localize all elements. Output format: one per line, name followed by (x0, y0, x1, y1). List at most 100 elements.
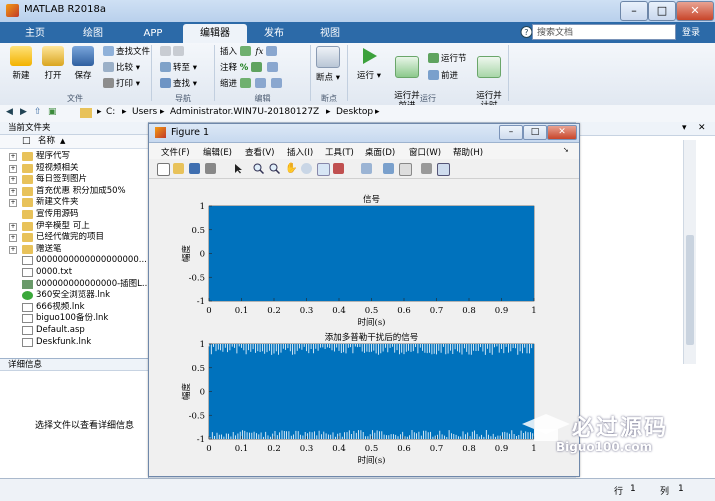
expand-icon[interactable]: + (9, 222, 17, 231)
brush-icon[interactable] (333, 163, 344, 174)
zoom-out-icon[interactable] (269, 163, 281, 175)
list-item[interactable]: 0000000000000000000... (0, 255, 148, 266)
insert-function-icon (266, 46, 278, 56)
list-item[interactable]: + 首充优惠 积分加成50% (0, 186, 148, 197)
list-item[interactable]: Default.asp (0, 325, 148, 336)
list-item[interactable]: 宣传用源码 (0, 209, 148, 220)
tab-publish[interactable]: 发布 (250, 24, 298, 43)
search-input[interactable]: 搜索文档 (532, 24, 676, 40)
close-button[interactable]: ✕ (676, 1, 714, 21)
colorbar-icon[interactable] (383, 163, 394, 174)
list-item[interactable]: + 赠送笔 (0, 244, 148, 255)
menu-tools[interactable]: 工具(T) (325, 146, 354, 158)
list-item[interactable]: + 程序代写 (0, 151, 148, 162)
expand-icon[interactable]: + (9, 245, 17, 254)
new-button[interactable]: 新建 (4, 46, 38, 81)
zoom-in-icon[interactable] (253, 163, 265, 175)
pointer-icon[interactable] (233, 163, 244, 174)
list-item[interactable]: 666视频.lnk (0, 302, 148, 313)
compare-button[interactable]: 比较 ▾ (103, 62, 140, 74)
list-item[interactable]: + 伊辛模型 可上 (0, 221, 148, 232)
list-item[interactable]: 000000000000000-插图L... (0, 279, 148, 290)
tab-plots[interactable]: 绘图 (64, 24, 122, 43)
expand-icon[interactable]: + (9, 153, 17, 161)
open-button[interactable]: 打开 (36, 46, 70, 81)
menu-window[interactable]: 窗口(W) (409, 146, 441, 158)
scroll-thumb[interactable] (686, 235, 694, 345)
panel-close-icon[interactable]: ✕ (698, 123, 706, 133)
run-button[interactable]: 运行 ▾ (352, 46, 386, 81)
forward-arrow-icon[interactable]: ▶ (20, 107, 27, 117)
path-segment-users[interactable]: Users (132, 107, 157, 117)
expand-icon[interactable]: + (9, 234, 17, 243)
path-segment-user[interactable]: Administrator.WIN7U-20180127Z (170, 107, 319, 117)
menu-view[interactable]: 查看(V) (245, 146, 274, 158)
maximize-button[interactable]: □ (648, 1, 676, 21)
up-folder-icon[interactable]: ⇧ (34, 107, 42, 117)
folder-icon (80, 108, 92, 118)
save-button[interactable]: 保存 (66, 46, 100, 81)
comment-button[interactable]: 注释 % (220, 62, 280, 74)
expand-icon[interactable]: + (9, 187, 17, 196)
list-item[interactable]: + 已经代做完的项目 (0, 232, 148, 243)
find-button[interactable]: 查找 ▾ (160, 78, 197, 90)
list-item[interactable]: 360安全浏览器.lnk (0, 290, 148, 301)
back-arrow-icon[interactable]: ◀ (6, 107, 13, 117)
list-item[interactable]: + 每日签到图片 (0, 174, 148, 185)
expand-icon[interactable]: + (9, 164, 17, 173)
rotate-icon[interactable] (301, 163, 312, 174)
save-figure-icon[interactable] (189, 163, 200, 174)
expand-icon[interactable]: + (9, 199, 17, 208)
minimize-button[interactable]: – (620, 1, 648, 21)
figure-close-button[interactable]: ✕ (547, 125, 577, 140)
fx-icon[interactable]: fx (255, 47, 263, 57)
tab-editor[interactable]: 编辑器 (183, 24, 247, 43)
data-cursor-icon[interactable] (317, 163, 330, 176)
advance-button[interactable]: 前进 (428, 70, 458, 82)
menu-edit[interactable]: 编辑(E) (203, 146, 232, 158)
list-item[interactable]: biguo100备份.lnk (0, 313, 148, 324)
nav-back-forward[interactable] (160, 46, 186, 58)
folder-icon (22, 244, 33, 254)
expand-icon[interactable]: + (9, 176, 17, 185)
panel-options-icon[interactable]: ▾ (682, 123, 687, 133)
goto-button[interactable]: 转至 ▾ (160, 62, 197, 74)
y-tick-label: -1 (197, 297, 205, 307)
tab-view[interactable]: 视图 (300, 24, 360, 43)
tab-apps[interactable]: APP (124, 24, 182, 43)
list-item[interactable]: + 短视频相关 (0, 163, 148, 174)
show-plot-tools-icon[interactable] (437, 163, 450, 176)
breakpoints-button[interactable]: 断点 ▾ (311, 46, 345, 83)
browse-folder-icon[interactable]: ▣ (48, 107, 57, 117)
legend-icon[interactable] (399, 163, 412, 176)
menu-file[interactable]: 文件(F) (161, 146, 190, 158)
figure-minimize-button[interactable]: – (499, 125, 523, 140)
menu-insert[interactable]: 插入(I) (287, 146, 313, 158)
login-link[interactable]: 登录 (682, 25, 700, 38)
hide-plot-tools-icon[interactable] (421, 163, 432, 174)
open-file-icon[interactable] (173, 163, 184, 174)
indent-button[interactable]: 缩进 (220, 78, 284, 90)
find-files-button[interactable]: 查找文件 (103, 46, 150, 58)
print-button[interactable]: 打印 ▾ (103, 78, 140, 90)
list-item[interactable]: Deskfunk.lnk (0, 337, 148, 348)
path-drive[interactable]: C: (106, 107, 115, 117)
link-plot-icon[interactable] (361, 163, 372, 174)
pan-icon[interactable]: ✋ (285, 163, 297, 174)
menu-help[interactable]: 帮助(H) (453, 146, 483, 158)
list-item[interactable]: + 新建文件夹 (0, 197, 148, 208)
print-figure-icon[interactable] (205, 163, 216, 174)
vertical-scrollbar[interactable] (683, 140, 696, 364)
path-segment-desktop[interactable]: Desktop (336, 107, 373, 117)
figure-maximize-button[interactable]: □ (523, 125, 547, 140)
menu-dock-icon[interactable]: ➘ (563, 146, 569, 154)
figure-title-bar[interactable]: Figure 1 – □ ✕ (149, 124, 579, 143)
row-value: 1 (630, 484, 636, 494)
menu-desktop[interactable]: 桌面(D) (365, 146, 395, 158)
tab-home[interactable]: 主页 (10, 24, 60, 43)
column-header[interactable]: □ 名称 ▲ (0, 135, 148, 149)
insert-button[interactable]: 插入 fx (220, 46, 279, 58)
run-section-button[interactable]: 运行节 (428, 53, 467, 65)
new-figure-icon[interactable] (157, 163, 170, 176)
list-item[interactable]: 0000.txt (0, 267, 148, 278)
